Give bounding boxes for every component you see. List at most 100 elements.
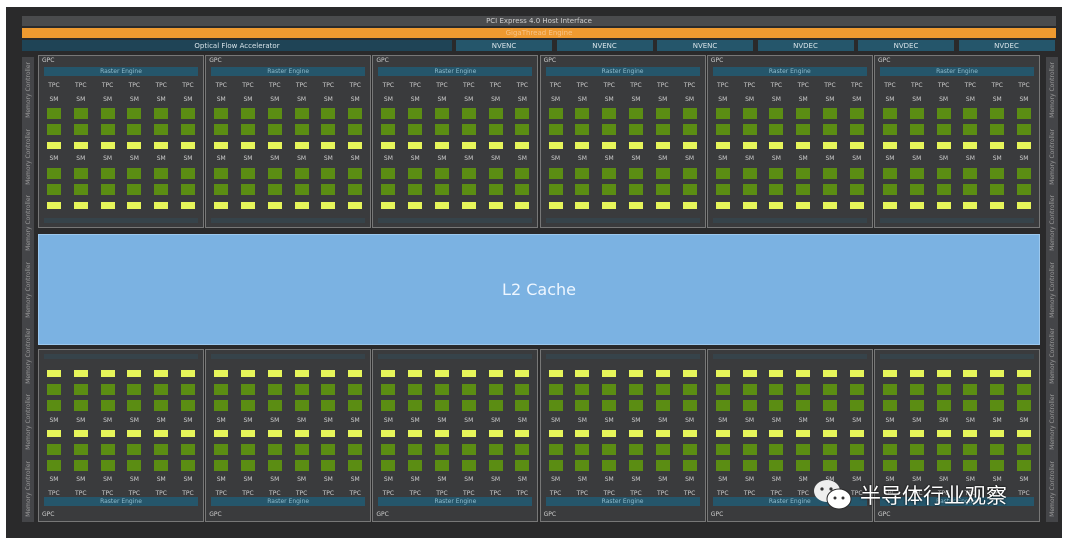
sm-label: SM	[718, 155, 728, 162]
tpc-label: TPC	[717, 82, 729, 89]
sm-label: SM	[464, 96, 474, 103]
rt-core-block	[575, 202, 590, 209]
sm-core-block	[214, 124, 229, 135]
sm-label: SM	[631, 417, 641, 424]
rt-core-block	[602, 202, 617, 209]
rt-core-block	[294, 202, 309, 209]
sm-core-block	[936, 384, 951, 395]
tpc-label: TPC	[516, 82, 529, 89]
rt-core-block	[822, 142, 837, 149]
sm-core-block	[321, 444, 336, 455]
sm-core-block	[488, 460, 503, 471]
gpc-footer-bar	[378, 354, 533, 359]
sm-core-block	[822, 400, 837, 411]
sm-core-block	[408, 400, 423, 411]
sm-label: SM	[76, 417, 86, 424]
rt-core-block	[936, 202, 951, 209]
sm-label: SM	[464, 155, 474, 162]
gpc-footer-bar	[211, 354, 366, 359]
sm-core-block	[715, 184, 730, 195]
sm-core-block	[1017, 184, 1031, 195]
raster-engine: Raster Engine	[44, 67, 198, 76]
memory-controllers-right: Memory Controller Memory Controller Memory…	[1046, 57, 1058, 522]
sm-label: SM	[383, 476, 393, 483]
rt-core-block	[796, 202, 811, 209]
sm-label: SM	[885, 96, 895, 103]
sm-core-block	[181, 384, 195, 395]
sm-label: SM	[49, 417, 59, 424]
sm-label: SM	[885, 155, 895, 162]
sm-label: SM	[718, 476, 728, 483]
rt-core-block	[963, 202, 978, 209]
rt-core-block	[240, 430, 255, 437]
sm-core-block	[628, 184, 643, 195]
raster-engine: Raster Engine	[378, 497, 533, 506]
sm-core-block	[682, 108, 697, 119]
sm-core-block	[849, 444, 864, 455]
rt-core-block	[100, 430, 115, 437]
rt-core-block	[990, 370, 1005, 377]
rt-core-block	[682, 202, 697, 209]
rt-core-block	[796, 430, 811, 437]
sm-label: SM	[103, 476, 113, 483]
sm-label: SM	[103, 417, 113, 424]
rt-core-block	[575, 430, 590, 437]
gpc-footer-bar	[712, 218, 867, 223]
sm-core-block	[127, 108, 142, 119]
memory-controller-label: Memory Controller	[24, 261, 32, 318]
sm-label: SM	[437, 417, 447, 424]
rt-core-block	[434, 202, 449, 209]
sm-label: SM	[771, 155, 781, 162]
sm-core-block	[214, 460, 229, 471]
sm-core-block	[381, 184, 396, 195]
tpc-label: TPC	[128, 490, 141, 497]
sm-core-block	[461, 168, 476, 179]
sm-core-block	[461, 444, 476, 455]
sm-core-block	[321, 168, 336, 179]
rt-core-block	[575, 370, 590, 377]
rt-core-block	[381, 370, 396, 377]
sm-label: SM	[604, 96, 614, 103]
sm-core-block	[742, 108, 757, 119]
watermark-text: 半导体行业观察	[860, 484, 1007, 508]
tpc-label: TPC	[797, 490, 809, 497]
sm-core-block	[909, 168, 924, 179]
memory-controller-label: Memory Controller	[1048, 195, 1056, 251]
sm-core-block	[575, 184, 590, 195]
sm-label: SM	[297, 476, 307, 483]
rt-core-block	[1017, 370, 1031, 377]
tpc-label: TPC	[349, 82, 361, 89]
tpc-label: TPC	[182, 490, 194, 497]
sm-core-block	[883, 400, 897, 411]
raster-engine: Raster Engine	[211, 497, 366, 506]
sm-label: SM	[156, 155, 166, 162]
sm-label: SM	[771, 417, 781, 424]
raster-engine: Raster Engine	[880, 67, 1034, 76]
sm-label: SM	[76, 96, 86, 103]
tpc-label: TPC	[630, 490, 642, 497]
sm-core-block	[822, 384, 837, 395]
rt-core-block	[655, 202, 670, 209]
rt-core-block	[100, 202, 115, 209]
sm-label: SM	[992, 155, 1002, 162]
rt-core-block	[127, 430, 142, 437]
sm-core-block	[575, 108, 590, 119]
sm-core-block	[963, 460, 978, 471]
sm-core-block	[883, 184, 897, 195]
rt-core-block	[963, 430, 978, 437]
sm-label: SM	[631, 96, 641, 103]
tpc-label: TPC	[242, 82, 254, 89]
rt-core-block	[628, 430, 643, 437]
memory-controller-label: Memory Controller	[1048, 394, 1056, 451]
sm-core-block	[602, 168, 617, 179]
sm-core-block	[575, 384, 590, 395]
sm-label: SM	[491, 417, 501, 424]
sm-label: SM	[825, 96, 835, 103]
sm-label: SM	[297, 417, 307, 424]
sm-core-block	[682, 460, 697, 471]
rt-core-block	[849, 142, 864, 149]
sm-core-block	[434, 168, 449, 179]
sm-label: SM	[745, 476, 755, 483]
sm-core-block	[883, 108, 897, 119]
rt-core-block	[434, 370, 449, 377]
